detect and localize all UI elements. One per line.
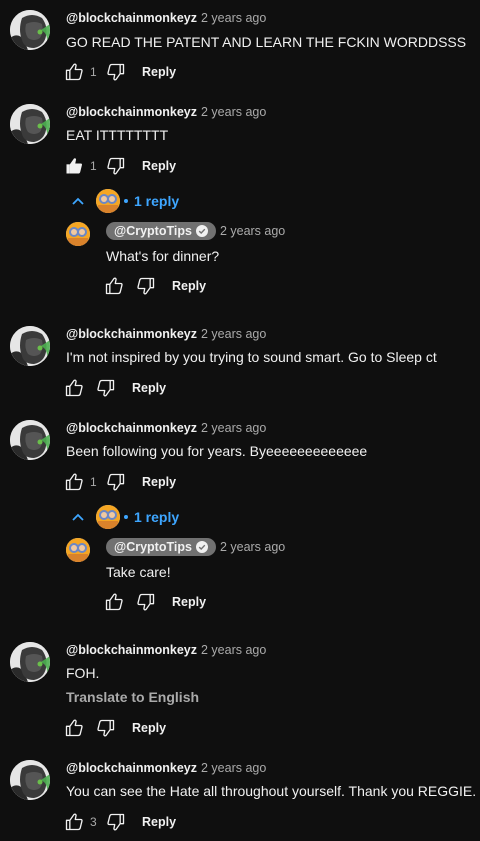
comment-text: Been following you for years. Byeeeeeeee… — [66, 443, 368, 459]
separator-dot — [124, 199, 128, 203]
like-count: 3 — [90, 815, 97, 829]
chevron-up-icon — [70, 509, 86, 525]
comment-author[interactable]: @blockchainmonkeyz — [66, 643, 197, 657]
like-count: 1 — [90, 475, 97, 489]
like-icon[interactable] — [64, 718, 84, 738]
comment-author[interactable]: @blockchainmonkeyz — [66, 11, 197, 25]
channel-badge[interactable]: @CryptoTips — [106, 538, 216, 556]
comment-author[interactable]: @blockchainmonkeyz — [66, 761, 197, 775]
like-icon[interactable] — [64, 812, 84, 832]
reply-timestamp[interactable]: 2 years ago — [220, 224, 285, 238]
reply-author[interactable]: @CryptoTips — [114, 540, 192, 554]
comment-timestamp[interactable]: 2 years ago — [201, 105, 266, 119]
replies-toggle[interactable]: 1 reply — [70, 505, 179, 529]
comment-timestamp[interactable]: 2 years ago — [201, 11, 266, 25]
avatar — [96, 505, 120, 529]
reply-text: Take care! — [106, 564, 171, 580]
like-count: 1 — [90, 159, 97, 173]
comment-author[interactable]: @blockchainmonkeyz — [66, 105, 197, 119]
avatar[interactable] — [10, 326, 50, 366]
reply-author[interactable]: @CryptoTips — [114, 224, 192, 238]
comment-timestamp[interactable]: 2 years ago — [201, 327, 266, 341]
avatar[interactable] — [66, 222, 90, 246]
avatar[interactable] — [10, 760, 50, 800]
like-icon[interactable] — [104, 276, 124, 296]
like-icon[interactable] — [64, 378, 84, 398]
avatar[interactable] — [10, 642, 50, 682]
like-icon[interactable] — [64, 62, 84, 82]
reply-button[interactable]: Reply — [172, 279, 206, 293]
dislike-icon[interactable] — [96, 378, 116, 398]
comment-timestamp[interactable]: 2 years ago — [201, 421, 266, 435]
dislike-icon[interactable] — [136, 592, 156, 612]
verified-icon — [195, 225, 208, 237]
reply-text: What's for dinner? — [106, 248, 220, 264]
avatar[interactable] — [66, 538, 90, 562]
reply-button[interactable]: Reply — [142, 475, 176, 489]
verified-icon — [195, 541, 208, 553]
like-icon[interactable] — [104, 592, 124, 612]
replies-toggle[interactable]: 1 reply — [70, 189, 179, 213]
comment-timestamp[interactable]: 2 years ago — [201, 761, 266, 775]
like-count: 1 — [90, 65, 97, 79]
comment-text: You can see the Hate all throughout your… — [66, 783, 477, 799]
replies-count[interactable]: 1 reply — [134, 193, 179, 209]
comment-text: GO READ THE PATENT AND LEARN THE FCKIN W… — [66, 34, 467, 50]
avatar[interactable] — [10, 104, 50, 144]
dislike-icon[interactable] — [96, 718, 116, 738]
dislike-icon[interactable] — [106, 62, 126, 82]
reply-timestamp[interactable]: 2 years ago — [220, 540, 285, 554]
dislike-icon[interactable] — [106, 156, 126, 176]
avatar[interactable] — [10, 10, 50, 50]
comment-text: EAT ITTTTTTTT — [66, 127, 169, 143]
avatar[interactable] — [10, 420, 50, 460]
reply-button[interactable]: Reply — [142, 815, 176, 829]
reply-button[interactable]: Reply — [142, 65, 176, 79]
comment-text: I'm not inspired by you trying to sound … — [66, 349, 437, 365]
comment-author[interactable]: @blockchainmonkeyz — [66, 327, 197, 341]
avatar — [96, 189, 120, 213]
comment-author[interactable]: @blockchainmonkeyz — [66, 421, 197, 435]
like-icon[interactable] — [64, 472, 84, 492]
like-icon[interactable] — [64, 156, 84, 176]
comment-text: FOH. — [66, 665, 100, 681]
reply-button[interactable]: Reply — [132, 721, 166, 735]
dislike-icon[interactable] — [136, 276, 156, 296]
reply-button[interactable]: Reply — [142, 159, 176, 173]
separator-dot — [124, 515, 128, 519]
channel-badge[interactable]: @CryptoTips — [106, 222, 216, 240]
replies-count[interactable]: 1 reply — [134, 509, 179, 525]
reply-button[interactable]: Reply — [132, 381, 166, 395]
translate-link[interactable]: Translate to English — [66, 689, 199, 705]
comment-timestamp[interactable]: 2 years ago — [201, 643, 266, 657]
chevron-up-icon — [70, 193, 86, 209]
dislike-icon[interactable] — [106, 472, 126, 492]
dislike-icon[interactable] — [106, 812, 126, 832]
reply-button[interactable]: Reply — [172, 595, 206, 609]
